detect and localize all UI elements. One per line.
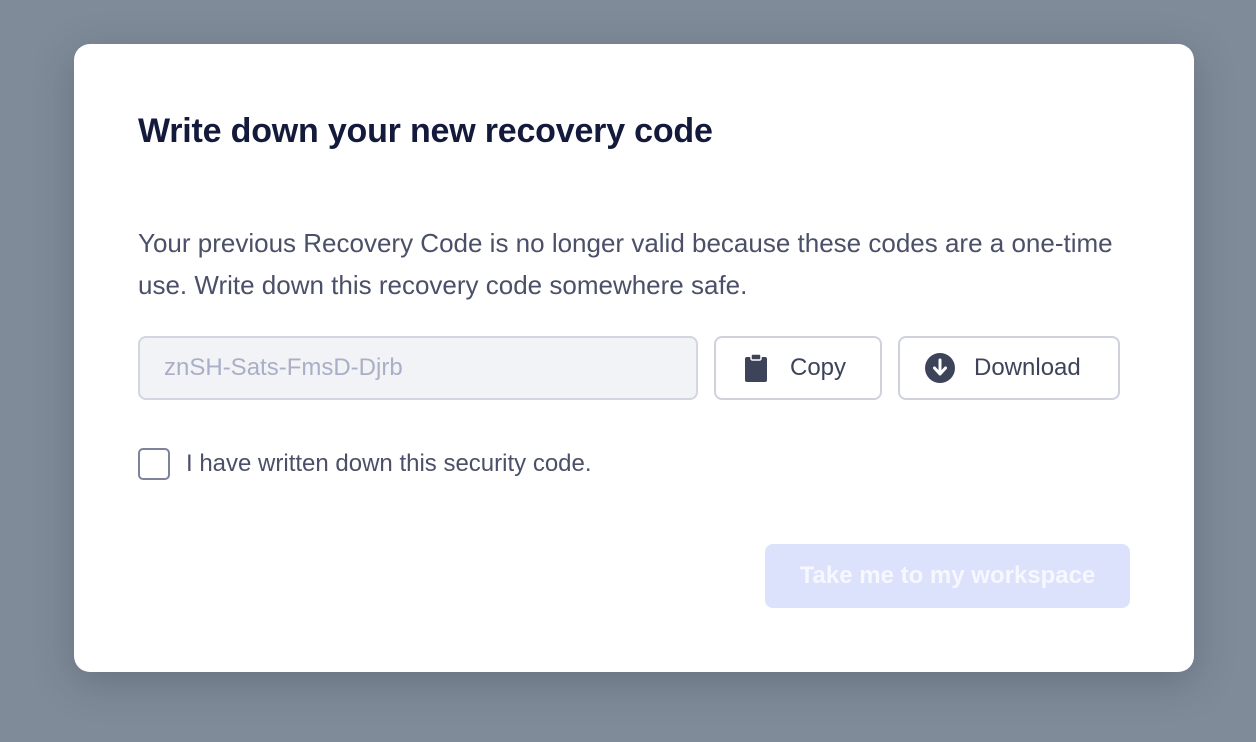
copy-button[interactable]: Copy: [714, 336, 882, 400]
dialog-title: Write down your new recovery code: [138, 112, 713, 150]
confirm-checkbox[interactable]: [138, 448, 170, 480]
recovery-code-field[interactable]: [138, 336, 698, 400]
dialog-description: Your previous Recovery Code is no longer…: [138, 228, 1113, 300]
confirm-checkbox-label: I have written down this security code.: [186, 450, 592, 477]
take-me-to-workspace-button[interactable]: Take me to my workspace: [765, 544, 1130, 608]
download-button-label: Download: [974, 354, 1081, 381]
confirm-written-down-row[interactable]: I have written down this security code.: [138, 448, 592, 480]
download-circle-icon: [924, 352, 956, 384]
download-button[interactable]: Download: [898, 336, 1120, 400]
recovery-code-dialog: Write down your new recovery code Your p…: [74, 44, 1194, 672]
clipboard-icon: [740, 352, 772, 384]
copy-button-label: Copy: [790, 354, 847, 381]
